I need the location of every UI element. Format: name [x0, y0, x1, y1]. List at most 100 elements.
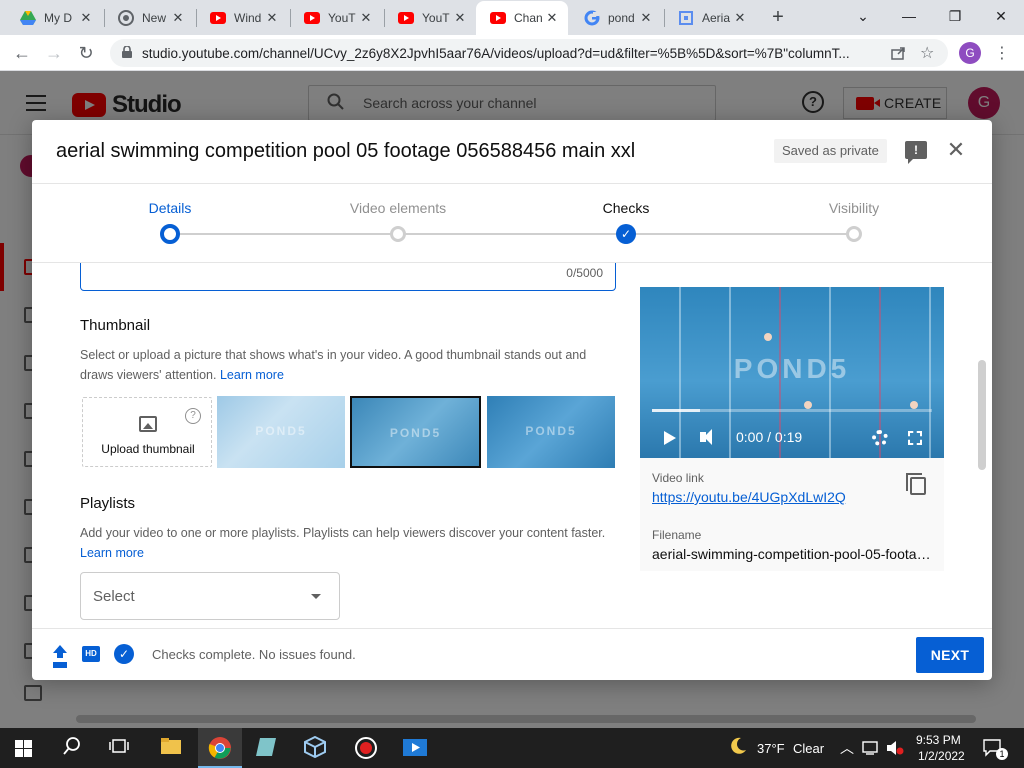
video-editor-icon[interactable]: [402, 736, 427, 760]
browser-tab-label: My D: [44, 10, 72, 25]
browser-tab-youtube-2[interactable]: YouT ✕: [290, 0, 382, 35]
filename-label: Filename: [652, 528, 702, 542]
youtube-icon: [210, 10, 226, 26]
chevron-up-icon[interactable]: ︿: [840, 738, 854, 758]
video-link[interactable]: https://youtu.be/4UGpXdLwI2Q: [652, 489, 846, 505]
browser-tab-bar: My D ✕ New ✕ Wind ✕ YouT ✕ YouT ✕ Chan ✕…: [0, 0, 1024, 35]
dialog-footer: HD ✓ Checks complete. No issues found. N…: [32, 628, 992, 680]
description-char-counter: 0/5000: [566, 266, 603, 280]
video-progress-bar[interactable]: [652, 409, 932, 412]
browser-tab-google[interactable]: pond ✕: [570, 0, 662, 35]
video-time: 0:00 / 0:19: [736, 429, 803, 445]
tab-search-icon[interactable]: ⌄: [840, 0, 886, 32]
restore-icon[interactable]: ❐: [932, 0, 978, 32]
step-label: Video elements: [349, 200, 447, 216]
fullscreen-icon[interactable]: [908, 431, 922, 445]
notes-app-icon[interactable]: [256, 736, 280, 760]
minimize-icon[interactable]: —: [886, 0, 932, 32]
windows-taskbar: 37°F Clear ︿ 9:53 PM 1/2/2022 1: [0, 728, 1024, 768]
browser-tab-youtube-1[interactable]: Wind ✕: [196, 0, 288, 35]
browser-tab-label: New: [142, 10, 167, 25]
feedback-icon[interactable]: !: [905, 141, 927, 164]
close-icon[interactable]: ✕: [78, 10, 94, 26]
windows-start-icon[interactable]: [15, 740, 32, 757]
step-details[interactable]: Details: [100, 184, 240, 264]
dialog-scrollbar[interactable]: [978, 360, 986, 470]
weather-condition[interactable]: Clear: [793, 741, 824, 756]
upload-thumbnail-button[interactable]: ? Upload thumbnail: [82, 397, 212, 467]
chevron-down-icon: [311, 594, 321, 599]
clock-date[interactable]: 1/2/2022: [918, 749, 965, 763]
bookmark-star-icon[interactable]: ☆: [920, 43, 934, 63]
thumbnail-learn-more-link[interactable]: Learn more: [220, 368, 284, 382]
playlists-learn-more-link[interactable]: Learn more: [80, 546, 144, 560]
taskbar-chrome-active[interactable]: [198, 728, 242, 768]
thumbnail-option-1[interactable]: POND5: [217, 396, 345, 468]
next-button[interactable]: NEXT: [916, 637, 984, 673]
browser-tab-aerial[interactable]: Aeria ✕: [664, 0, 756, 35]
thumbnail-option-2-selected[interactable]: POND5: [350, 396, 481, 468]
new-tab-button[interactable]: +: [766, 5, 790, 29]
step-video-elements[interactable]: Video elements: [328, 184, 468, 264]
virtualbox-icon[interactable]: [304, 735, 328, 760]
reload-icon[interactable]: ↻: [74, 41, 98, 65]
file-explorer-icon[interactable]: [160, 736, 184, 760]
screen-recorder-icon[interactable]: [354, 736, 378, 760]
step-label: Checks: [602, 200, 650, 216]
browser-profile-avatar[interactable]: G: [959, 42, 981, 64]
volume-muted-icon[interactable]: [886, 740, 910, 764]
step-checks[interactable]: Checks ✓: [556, 184, 696, 264]
network-icon[interactable]: [862, 740, 886, 764]
close-icon[interactable]: ✕: [358, 10, 374, 26]
youtube-icon: [304, 10, 320, 26]
close-icon[interactable]: ✕: [170, 10, 186, 26]
forward-arrow-icon[interactable]: →: [42, 41, 66, 65]
thumbnail-description: Select or upload a picture that shows wh…: [80, 348, 587, 382]
close-icon[interactable]: ✕: [264, 10, 280, 26]
window-close-icon[interactable]: ✕: [978, 0, 1024, 32]
gear-icon[interactable]: [872, 430, 888, 446]
browser-toolbar: ← → ↻ studio.youtube.com/channel/UCvy_2z…: [0, 35, 1024, 71]
browser-tab-youtube-3[interactable]: YouT ✕: [384, 0, 476, 35]
close-icon[interactable]: ✕: [452, 10, 468, 26]
weather-temperature[interactable]: 37°F: [757, 741, 785, 756]
browser-tab-channel-active[interactable]: Chan ✕: [476, 1, 568, 35]
back-arrow-icon[interactable]: ←: [10, 41, 34, 65]
dialog-content: 0/5000 Thumbnail Select or upload a pict…: [32, 263, 992, 628]
upload-icon: [52, 645, 68, 663]
play-icon[interactable]: [664, 431, 676, 445]
playlist-select-dropdown[interactable]: Select: [80, 572, 340, 620]
search-icon[interactable]: [62, 736, 86, 760]
close-icon[interactable]: ✕: [544, 10, 560, 26]
copy-icon[interactable]: [906, 473, 926, 495]
thumbnail-option-3[interactable]: POND5: [487, 396, 615, 468]
browser-tab-label: Aeria: [702, 10, 731, 25]
browser-menu-icon[interactable]: ⋮: [990, 41, 1014, 65]
video-player[interactable]: POND5 0:00 / 0:19: [640, 287, 944, 458]
video-link-label: Video link: [652, 471, 704, 485]
task-view-icon[interactable]: [108, 736, 132, 760]
share-icon[interactable]: [890, 45, 906, 64]
browser-tab-label: Chan: [514, 11, 543, 25]
check-icon: ✓: [616, 224, 636, 244]
weather-moon-icon[interactable]: [728, 736, 752, 760]
browser-tab-new[interactable]: New ✕: [104, 0, 194, 35]
step-current-indicator: [160, 224, 180, 244]
thumbnail-watermark: POND5: [389, 426, 442, 440]
close-icon[interactable]: ✕: [638, 10, 654, 26]
volume-icon[interactable]: [700, 429, 712, 445]
address-bar[interactable]: studio.youtube.com/channel/UCvy_2z6y8X2J…: [110, 39, 948, 67]
notification-count-badge: 1: [996, 748, 1008, 760]
browser-tab-drive[interactable]: My D ✕: [6, 0, 102, 35]
browser-tab-label: Wind: [234, 10, 262, 25]
clock-time[interactable]: 9:53 PM: [916, 733, 961, 747]
close-icon[interactable]: ✕: [732, 10, 748, 26]
description-input[interactable]: 0/5000: [80, 263, 616, 291]
step-label: Details: [148, 200, 192, 216]
pond5-icon: [678, 10, 694, 26]
help-icon[interactable]: ?: [185, 408, 201, 424]
step-visibility[interactable]: Visibility: [784, 184, 924, 264]
filename-value: aerial-swimming-competition-pool-05-foot…: [652, 546, 932, 562]
close-dialog-button[interactable]: ✕: [944, 138, 968, 162]
playlists-heading: Playlists: [80, 495, 136, 512]
